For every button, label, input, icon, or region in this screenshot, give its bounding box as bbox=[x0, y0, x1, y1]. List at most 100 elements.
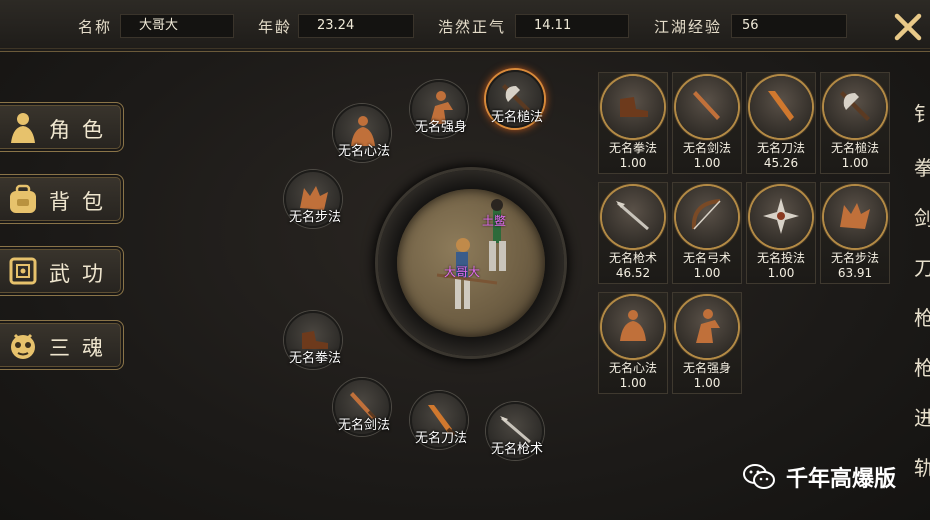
wechat-icon bbox=[743, 464, 775, 489]
sword-icon bbox=[693, 91, 720, 120]
skill-panel[interactable]: 无名枪术 46.52 bbox=[598, 182, 668, 284]
scroll-icon bbox=[9, 257, 37, 285]
skill-panel-name: 无名步法 bbox=[830, 251, 879, 265]
righteous-label: 浩然正气 bbox=[438, 18, 507, 36]
skill-orb bbox=[824, 186, 886, 248]
name-value: 大哥大 bbox=[120, 14, 234, 38]
name-label: 名称 bbox=[78, 18, 113, 36]
skill-name: 无名强身 bbox=[414, 120, 467, 135]
close-button[interactable] bbox=[893, 12, 923, 42]
watermark-text: 千年高爆版 bbox=[786, 467, 897, 492]
skill-panel[interactable]: 无名步法 63.91 bbox=[820, 182, 890, 284]
side-tab-char[interactable]: 剑 bbox=[914, 202, 930, 231]
ring-skill-blade[interactable]: 无名刀法 bbox=[410, 391, 468, 449]
ring-skill-strength[interactable]: 无名强身 bbox=[410, 80, 468, 138]
skill-panel-name: 无名槌法 bbox=[830, 141, 879, 155]
ring-skill-sword[interactable]: 无名剑法 bbox=[333, 378, 391, 436]
ring-skill-meditation[interactable]: 无名心法 bbox=[333, 104, 391, 162]
skill-name: 无名心法 bbox=[337, 144, 390, 159]
skill-name: 无名刀法 bbox=[414, 431, 467, 446]
menu-character-button[interactable]: 角色 bbox=[0, 102, 124, 152]
ring-skill-fist[interactable]: 无名拳法 bbox=[284, 311, 342, 369]
skill-orb bbox=[824, 76, 886, 138]
skill-orb bbox=[750, 76, 812, 138]
menu-label: 武功 bbox=[49, 262, 115, 286]
righteous-value: 14.11 bbox=[515, 14, 629, 38]
skill-name: 无名槌法 bbox=[490, 110, 543, 125]
blade-icon bbox=[768, 91, 794, 121]
side-tab-char[interactable]: 进 bbox=[914, 402, 930, 431]
skill-name: 无名枪术 bbox=[490, 442, 543, 457]
shuriken-icon bbox=[763, 198, 799, 234]
skill-panel[interactable]: 无名刀法 45.26 bbox=[746, 72, 816, 174]
skill-panel-name: 无名投法 bbox=[756, 251, 805, 265]
age-label: 年龄 bbox=[258, 18, 293, 36]
wolf-icon bbox=[840, 203, 870, 229]
menu-martial-button[interactable]: 武功 bbox=[0, 246, 124, 296]
meditation-icon bbox=[620, 310, 646, 341]
skill-panel-name: 无名剑法 bbox=[682, 141, 731, 155]
skill-panel-value: 1.00 bbox=[619, 156, 647, 170]
skill-name: 无名拳法 bbox=[288, 351, 341, 366]
skill-panel[interactable]: 无名投法 1.00 bbox=[746, 182, 816, 284]
menu-label: 三魂 bbox=[49, 336, 115, 360]
skill-panel-value: 63.91 bbox=[837, 266, 873, 280]
skill-panel[interactable]: 无名槌法 1.00 bbox=[820, 72, 890, 174]
skill-panel-name: 无名枪术 bbox=[608, 251, 657, 265]
side-tab-char[interactable]: 轨 bbox=[914, 452, 930, 481]
skill-panel-value: 1.00 bbox=[767, 266, 795, 280]
skill-panel[interactable]: 无名弓术 1.00 bbox=[672, 182, 742, 284]
exp-label: 江湖经验 bbox=[654, 18, 723, 36]
skill-orb bbox=[676, 186, 738, 248]
side-tab-char[interactable]: 钅 bbox=[914, 98, 930, 127]
skill-panel-value: 1.00 bbox=[693, 376, 721, 390]
skill-panel-value: 46.52 bbox=[615, 266, 651, 280]
skill-name: 无名步法 bbox=[288, 210, 341, 225]
character-preview: 土鳖 大哥大 bbox=[378, 170, 564, 356]
skill-orb bbox=[676, 296, 738, 358]
character-icon bbox=[11, 113, 35, 143]
menu-label: 背包 bbox=[49, 190, 115, 214]
strength-icon bbox=[696, 309, 720, 343]
soul-icon bbox=[11, 333, 35, 359]
ring-skill-spear[interactable]: 无名枪术 bbox=[486, 402, 544, 460]
skill-panel-value: 1.00 bbox=[693, 156, 721, 170]
side-tab-char[interactable]: 刀 bbox=[914, 252, 930, 281]
skill-panel-name: 无名拳法 bbox=[608, 141, 657, 155]
skill-panel-value: 45.26 bbox=[763, 156, 799, 170]
skill-panel[interactable]: 无名心法 1.00 bbox=[598, 292, 668, 394]
side-tab-char[interactable]: 枪 bbox=[914, 302, 930, 331]
side-tab-char[interactable]: 拳 bbox=[914, 152, 930, 181]
divider bbox=[0, 48, 930, 49]
player-name: 大哥大 bbox=[444, 265, 481, 279]
ring-skill-axe[interactable]: 无名槌法 bbox=[486, 70, 544, 128]
skill-orb bbox=[676, 76, 738, 138]
skill-panel[interactable]: 无名剑法 1.00 bbox=[672, 72, 742, 174]
bow-icon bbox=[691, 199, 721, 230]
skill-name: 无名剑法 bbox=[337, 418, 390, 433]
npc-name: 土鳖 bbox=[482, 214, 507, 228]
spear-icon bbox=[616, 201, 649, 231]
skill-panel-value: 1.00 bbox=[693, 266, 721, 280]
skill-orb bbox=[602, 296, 664, 358]
skill-panel[interactable]: 无名拳法 1.00 bbox=[598, 72, 668, 174]
boot-icon bbox=[620, 97, 648, 117]
skill-orb bbox=[602, 186, 664, 248]
backpack-icon bbox=[10, 184, 36, 213]
skill-panel-name: 无名弓术 bbox=[682, 251, 731, 265]
exp-value: 56 bbox=[731, 14, 847, 38]
menu-backpack-button[interactable]: 背包 bbox=[0, 174, 124, 224]
menu-soul-button[interactable]: 三魂 bbox=[0, 320, 124, 370]
skill-orb bbox=[602, 76, 664, 138]
skill-panel-name: 无名心法 bbox=[608, 361, 657, 375]
skill-panel-value: 1.00 bbox=[619, 376, 647, 390]
ring-skill-wolf[interactable]: 无名步法 bbox=[284, 170, 342, 228]
watermark: 千年高爆版 bbox=[742, 462, 896, 492]
stats-bar: 名称 大哥大 年龄 23.24 浩然正气 14.11 江湖经验 56 bbox=[0, 0, 930, 52]
skill-panel-name: 无名刀法 bbox=[756, 141, 805, 155]
age-value: 23.24 bbox=[298, 14, 414, 38]
side-tab-char[interactable]: 枪 bbox=[914, 352, 930, 381]
skill-panel[interactable]: 无名强身 1.00 bbox=[672, 292, 742, 394]
skill-panel-name: 无名强身 bbox=[682, 361, 731, 375]
menu-label: 角色 bbox=[49, 118, 115, 142]
